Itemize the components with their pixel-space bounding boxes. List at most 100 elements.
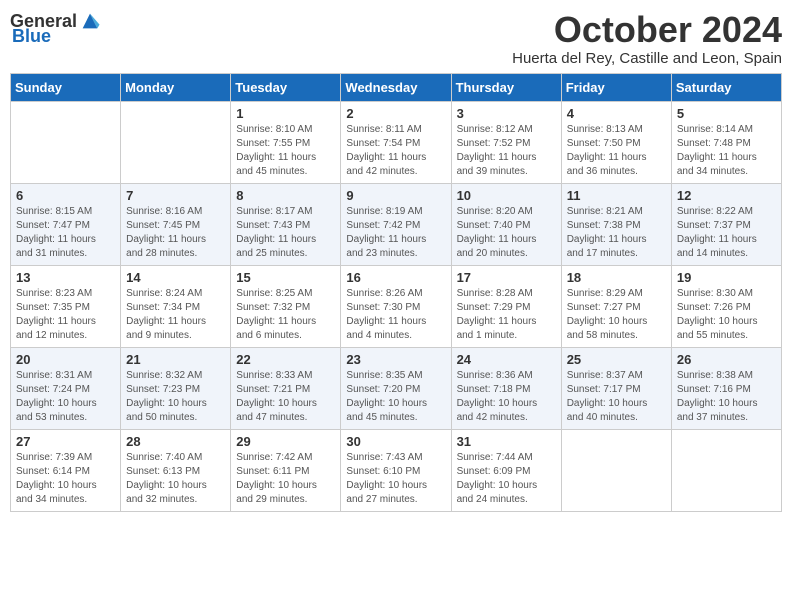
day-info: Sunrise: 7:39 AM Sunset: 6:14 PM Dayligh… xyxy=(16,451,115,507)
calendar-cell: 6Sunrise: 8:15 AM Sunset: 7:47 PM Daylig… xyxy=(11,183,121,265)
location-subtitle: Huerta del Rey, Castille and Leon, Spain xyxy=(512,50,782,67)
calendar-table: SundayMondayTuesdayWednesdayThursdayFrid… xyxy=(10,73,782,512)
calendar-cell: 30 Sunrise: 7:43 AM Sunset: 6:10 PM Dayli… xyxy=(341,429,451,511)
day-number: 19 xyxy=(677,270,776,285)
col-header-tuesday: Tuesday xyxy=(231,73,341,101)
calendar-cell: 12 Sunrise: 8:22 AM Sunset: 7:37 PM Dayli… xyxy=(671,183,781,265)
calendar-cell: 1Sunrise: 8:10 AM Sunset: 7:55 PM Daylig… xyxy=(231,101,341,183)
calendar-cell: 27Sunrise: 7:39 AM Sunset: 6:14 PM Dayli… xyxy=(11,429,121,511)
day-info: Sunrise: 8:21 AM Sunset: 7:38 PM Dayligh… xyxy=(567,205,666,261)
calendar-cell xyxy=(671,429,781,511)
calendar-cell: 9Sunrise: 8:19 AM Sunset: 7:42 PM Daylig… xyxy=(341,183,451,265)
calendar-cell: 20Sunrise: 8:31 AM Sunset: 7:24 PM Dayli… xyxy=(11,347,121,429)
calendar-cell: 15 Sunrise: 8:25 AM Sunset: 7:32 PM Dayli… xyxy=(231,265,341,347)
day-info: Sunrise: 7:44 AM Sunset: 6:09 PM Dayligh… xyxy=(457,451,556,507)
day-number: 10 xyxy=(457,188,556,203)
day-number: 16 xyxy=(346,270,445,285)
calendar-cell: 4 Sunrise: 8:13 AM Sunset: 7:50 PM Daylig… xyxy=(561,101,671,183)
day-number: 30 xyxy=(346,434,445,449)
calendar-cell: 18Sunrise: 8:29 AM Sunset: 7:27 PM Dayli… xyxy=(561,265,671,347)
day-number: 31 xyxy=(457,434,556,449)
day-info: Sunrise: 8:15 AM Sunset: 7:47 PM Dayligh… xyxy=(16,205,115,261)
day-number: 28 xyxy=(126,434,225,449)
calendar-cell: 21 Sunrise: 8:32 AM Sunset: 7:23 PM Dayli… xyxy=(121,347,231,429)
day-info: Sunrise: 8:16 AM Sunset: 7:45 PM Dayligh… xyxy=(126,205,225,261)
day-info: Sunrise: 8:28 AM Sunset: 7:29 PM Dayligh… xyxy=(457,287,556,343)
calendar-week-row: 20Sunrise: 8:31 AM Sunset: 7:24 PM Dayli… xyxy=(11,347,782,429)
calendar-cell: 14 Sunrise: 8:24 AM Sunset: 7:34 PM Dayli… xyxy=(121,265,231,347)
day-number: 24 xyxy=(457,352,556,367)
calendar-cell: 25 Sunrise: 8:37 AM Sunset: 7:17 PM Dayli… xyxy=(561,347,671,429)
calendar-cell: 23 Sunrise: 8:35 AM Sunset: 7:20 PM Dayli… xyxy=(341,347,451,429)
day-info: Sunrise: 8:38 AM Sunset: 7:16 PM Dayligh… xyxy=(677,369,776,425)
day-number: 2 xyxy=(346,106,445,121)
logo: General Blue xyxy=(10,10,101,47)
calendar-cell: 11Sunrise: 8:21 AM Sunset: 7:38 PM Dayli… xyxy=(561,183,671,265)
col-header-friday: Friday xyxy=(561,73,671,101)
day-info: Sunrise: 8:26 AM Sunset: 7:30 PM Dayligh… xyxy=(346,287,445,343)
day-info: Sunrise: 7:40 AM Sunset: 6:13 PM Dayligh… xyxy=(126,451,225,507)
day-info: Sunrise: 8:35 AM Sunset: 7:20 PM Dayligh… xyxy=(346,369,445,425)
calendar-cell: 19 Sunrise: 8:30 AM Sunset: 7:26 PM Dayli… xyxy=(671,265,781,347)
calendar-cell: 26 Sunrise: 8:38 AM Sunset: 7:16 PM Dayli… xyxy=(671,347,781,429)
day-info: Sunrise: 7:43 AM Sunset: 6:10 PM Dayligh… xyxy=(346,451,445,507)
header: General Blue October 2024 Huerta del Rey… xyxy=(10,10,782,67)
calendar-cell: 8Sunrise: 8:17 AM Sunset: 7:43 PM Daylig… xyxy=(231,183,341,265)
day-number: 18 xyxy=(567,270,666,285)
day-number: 29 xyxy=(236,434,335,449)
day-number: 13 xyxy=(16,270,115,285)
calendar-week-row: 27Sunrise: 7:39 AM Sunset: 6:14 PM Dayli… xyxy=(11,429,782,511)
calendar-cell: 17Sunrise: 8:28 AM Sunset: 7:29 PM Dayli… xyxy=(451,265,561,347)
day-number: 25 xyxy=(567,352,666,367)
day-info: Sunrise: 8:17 AM Sunset: 7:43 PM Dayligh… xyxy=(236,205,335,261)
day-info: Sunrise: 8:37 AM Sunset: 7:17 PM Dayligh… xyxy=(567,369,666,425)
col-header-wednesday: Wednesday xyxy=(341,73,451,101)
day-info: Sunrise: 8:25 AM Sunset: 7:32 PM Dayligh… xyxy=(236,287,335,343)
day-info: Sunrise: 8:11 AM Sunset: 7:54 PM Dayligh… xyxy=(346,123,445,179)
day-info: Sunrise: 8:33 AM Sunset: 7:21 PM Dayligh… xyxy=(236,369,335,425)
day-number: 22 xyxy=(236,352,335,367)
calendar-cell: 28 Sunrise: 7:40 AM Sunset: 6:13 PM Dayli… xyxy=(121,429,231,511)
col-header-saturday: Saturday xyxy=(671,73,781,101)
day-number: 14 xyxy=(126,270,225,285)
calendar-week-row: 6Sunrise: 8:15 AM Sunset: 7:47 PM Daylig… xyxy=(11,183,782,265)
day-number: 5 xyxy=(677,106,776,121)
calendar-cell: 22 Sunrise: 8:33 AM Sunset: 7:21 PM Dayli… xyxy=(231,347,341,429)
col-header-sunday: Sunday xyxy=(11,73,121,101)
calendar-week-row: 1Sunrise: 8:10 AM Sunset: 7:55 PM Daylig… xyxy=(11,101,782,183)
day-info: Sunrise: 8:13 AM Sunset: 7:50 PM Dayligh… xyxy=(567,123,666,179)
day-number: 15 xyxy=(236,270,335,285)
calendar-week-row: 13 Sunrise: 8:23 AM Sunset: 7:35 PM Dayli… xyxy=(11,265,782,347)
day-info: Sunrise: 8:14 AM Sunset: 7:48 PM Dayligh… xyxy=(677,123,776,179)
day-number: 9 xyxy=(346,188,445,203)
title-area: October 2024 Huerta del Rey, Castille an… xyxy=(512,10,782,67)
day-number: 23 xyxy=(346,352,445,367)
day-number: 1 xyxy=(236,106,335,121)
day-number: 21 xyxy=(126,352,225,367)
calendar-cell xyxy=(11,101,121,183)
calendar-cell: 7Sunrise: 8:16 AM Sunset: 7:45 PM Daylig… xyxy=(121,183,231,265)
day-info: Sunrise: 8:12 AM Sunset: 7:52 PM Dayligh… xyxy=(457,123,556,179)
col-header-monday: Monday xyxy=(121,73,231,101)
day-info: Sunrise: 8:32 AM Sunset: 7:23 PM Dayligh… xyxy=(126,369,225,425)
logo-icon xyxy=(79,10,101,32)
day-info: Sunrise: 8:22 AM Sunset: 7:37 PM Dayligh… xyxy=(677,205,776,261)
calendar-header-row: SundayMondayTuesdayWednesdayThursdayFrid… xyxy=(11,73,782,101)
calendar-cell: 10 Sunrise: 8:20 AM Sunset: 7:40 PM Dayli… xyxy=(451,183,561,265)
day-info: Sunrise: 8:36 AM Sunset: 7:18 PM Dayligh… xyxy=(457,369,556,425)
day-info: Sunrise: 8:24 AM Sunset: 7:34 PM Dayligh… xyxy=(126,287,225,343)
calendar-cell xyxy=(121,101,231,183)
col-header-thursday: Thursday xyxy=(451,73,561,101)
day-number: 12 xyxy=(677,188,776,203)
calendar-cell: 31 Sunrise: 7:44 AM Sunset: 6:09 PM Dayli… xyxy=(451,429,561,511)
calendar-cell: 3Sunrise: 8:12 AM Sunset: 7:52 PM Daylig… xyxy=(451,101,561,183)
day-info: Sunrise: 8:23 AM Sunset: 7:35 PM Dayligh… xyxy=(16,287,115,343)
day-number: 26 xyxy=(677,352,776,367)
calendar-cell: 13 Sunrise: 8:23 AM Sunset: 7:35 PM Dayli… xyxy=(11,265,121,347)
calendar-cell: 5 Sunrise: 8:14 AM Sunset: 7:48 PM Daylig… xyxy=(671,101,781,183)
day-info: Sunrise: 8:30 AM Sunset: 7:26 PM Dayligh… xyxy=(677,287,776,343)
calendar-cell: 2 Sunrise: 8:11 AM Sunset: 7:54 PM Daylig… xyxy=(341,101,451,183)
day-info: Sunrise: 8:20 AM Sunset: 7:40 PM Dayligh… xyxy=(457,205,556,261)
day-number: 4 xyxy=(567,106,666,121)
calendar-cell: 16 Sunrise: 8:26 AM Sunset: 7:30 PM Dayli… xyxy=(341,265,451,347)
